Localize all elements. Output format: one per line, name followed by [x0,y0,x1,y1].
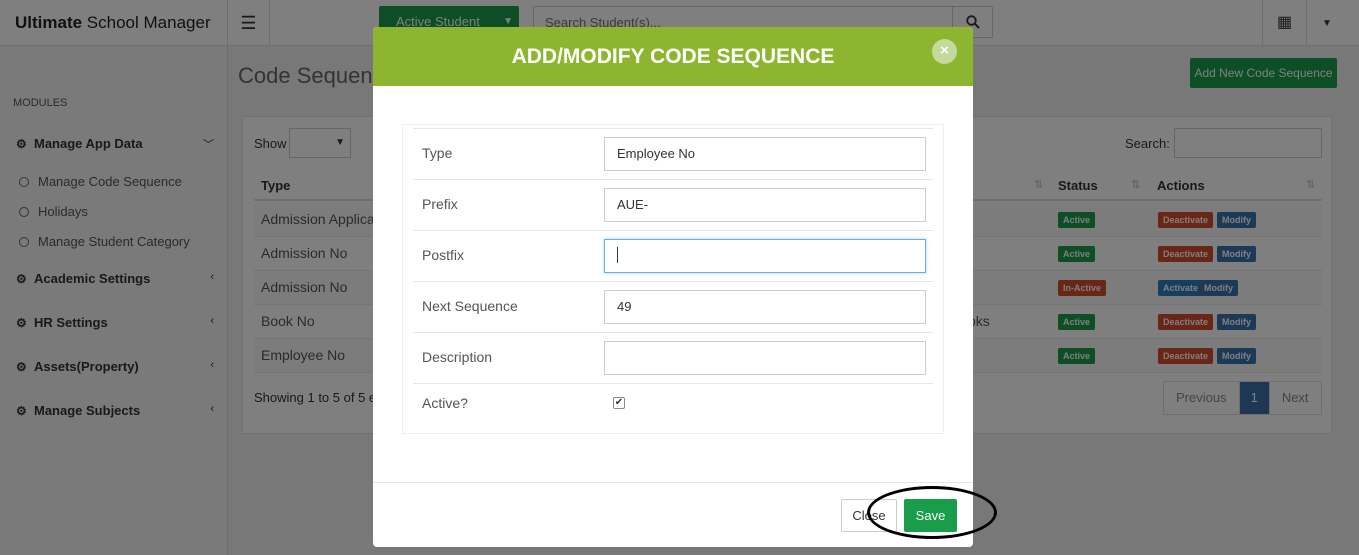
form-row-type: Type Employee No [413,128,933,179]
description-field[interactable] [604,341,926,375]
modal-title: ADD/MODIFY CODE SEQUENCE [511,45,835,68]
app-window: Ultimate School Manager ☰ Active Student… [0,0,1359,555]
type-label: Type [422,145,453,161]
close-icon[interactable]: × [932,39,957,64]
code-sequence-form: Type Employee No Prefix AUE- Postfix Nex… [402,124,944,434]
active-label: Active? [422,395,468,411]
form-row-next-sequence: Next Sequence 49 [413,281,933,332]
prefix-field[interactable]: AUE- [604,188,926,222]
type-field[interactable]: Employee No [604,137,926,171]
next-sequence-label: Next Sequence [422,298,518,314]
postfix-label: Postfix [422,247,465,263]
modal-header: ADD/MODIFY CODE SEQUENCE [373,27,973,86]
text-cursor [617,247,618,263]
prefix-label: Prefix [422,196,458,212]
code-sequence-modal: ADD/MODIFY CODE SEQUENCE × Type Employee… [373,27,973,547]
form-row-postfix: Postfix [413,230,933,281]
postfix-field[interactable] [604,239,926,273]
form-row-active: Active? ✔ [413,383,933,434]
next-sequence-field[interactable]: 49 [604,290,926,324]
highlight-circle-annotation [867,486,997,539]
form-row-prefix: Prefix AUE- [413,179,933,230]
active-checkbox[interactable]: ✔ [613,397,625,409]
description-label: Description [422,349,493,365]
form-row-description: Description [413,332,933,383]
